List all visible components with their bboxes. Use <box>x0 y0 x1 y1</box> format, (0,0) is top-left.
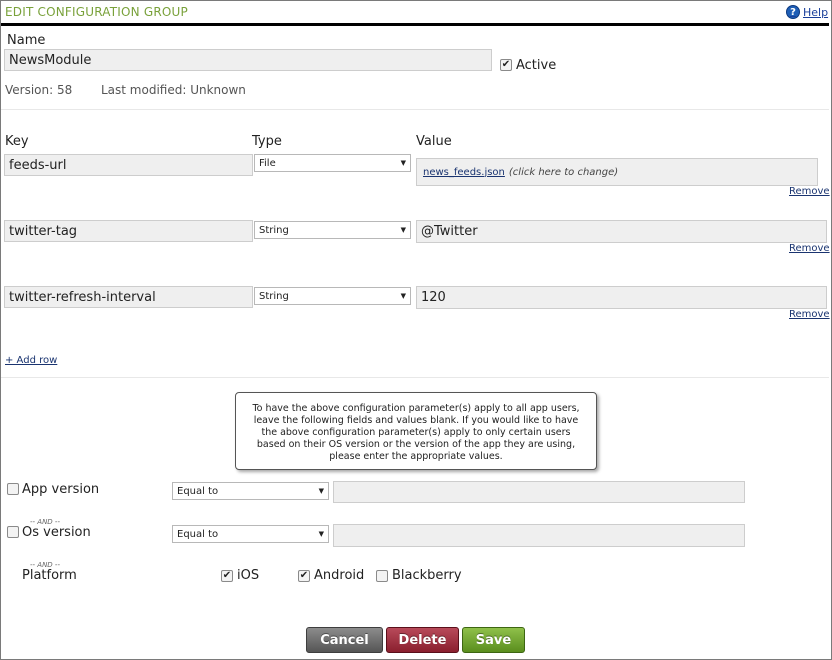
chevron-down-icon: ▼ <box>400 226 406 234</box>
section-divider <box>1 109 829 110</box>
key-field[interactable]: twitter-refresh-interval <box>4 286 253 308</box>
dialog-frame <box>0 0 832 660</box>
os-version-label: Os version <box>22 525 91 540</box>
check-icon: ✔ <box>222 570 232 581</box>
help-icon[interactable]: ? <box>786 5 800 19</box>
app-version-value-field[interactable] <box>333 481 745 503</box>
column-key: Key <box>5 134 29 149</box>
value-field[interactable]: @Twitter <box>416 220 827 243</box>
platform-android-checkbox[interactable]: ✔ <box>298 570 310 582</box>
help-link[interactable]: ? Help <box>786 5 828 19</box>
platform-ios-checkbox[interactable]: ✔ <box>221 570 233 582</box>
add-row-link[interactable]: + Add row <box>5 355 57 366</box>
os-version-value-field[interactable] <box>333 524 745 547</box>
check-icon: ✔ <box>299 570 309 581</box>
file-value-field[interactable]: news_feeds.json (click here to change) <box>416 158 818 186</box>
type-select-value: String <box>259 290 289 302</box>
filter-info-note: To have the above configuration paramete… <box>235 392 597 470</box>
remove-link[interactable]: Remove <box>789 309 830 320</box>
platform-blackberry-label: Blackberry <box>392 568 462 583</box>
active-label: Active <box>516 58 557 73</box>
remove-link[interactable]: Remove <box>789 186 830 197</box>
os-version-checkbox[interactable] <box>7 526 19 538</box>
chevron-down-icon: ▼ <box>318 530 324 538</box>
type-select[interactable]: String ▼ <box>254 287 411 305</box>
file-name-link[interactable]: news_feeds.json <box>423 167 505 178</box>
section-divider <box>1 377 829 378</box>
operator-select-value: Equal to <box>177 528 219 540</box>
platform-ios-label: iOS <box>237 568 260 583</box>
chevron-down-icon: ▼ <box>400 292 406 300</box>
last-modified-text: Last modified: Unknown <box>101 83 246 97</box>
name-label: Name <box>7 33 46 48</box>
app-version-label: App version <box>22 482 100 497</box>
active-checkbox[interactable]: ✔ <box>500 59 512 71</box>
os-version-operator-select[interactable]: Equal to ▼ <box>172 525 329 543</box>
type-select-value: String <box>259 224 289 236</box>
help-label[interactable]: Help <box>803 6 828 19</box>
chevron-down-icon: ▼ <box>318 487 324 495</box>
type-select-value: File <box>259 157 276 169</box>
file-change-hint: (click here to change) <box>508 166 619 178</box>
version-text: Version: 58 <box>5 83 73 97</box>
platform-android-label: Android <box>314 568 365 583</box>
delete-button[interactable]: Delete <box>386 627 459 653</box>
save-button[interactable]: Save <box>462 627 525 653</box>
value-field[interactable]: 120 <box>416 286 827 309</box>
key-field[interactable]: feeds-url <box>4 154 253 176</box>
app-version-checkbox[interactable] <box>7 483 19 495</box>
column-type: Type <box>252 134 282 149</box>
cancel-button[interactable]: Cancel <box>306 627 383 653</box>
column-value: Value <box>416 134 452 149</box>
chevron-down-icon: ▼ <box>400 159 406 167</box>
app-version-operator-select[interactable]: Equal to ▼ <box>172 482 329 500</box>
platform-blackberry-checkbox[interactable] <box>376 570 388 582</box>
type-select[interactable]: File ▼ <box>254 154 411 172</box>
key-field[interactable]: twitter-tag <box>4 220 253 242</box>
type-select[interactable]: String ▼ <box>254 221 411 239</box>
operator-select-value: Equal to <box>177 485 219 497</box>
name-field[interactable]: NewsModule <box>4 49 492 71</box>
remove-link[interactable]: Remove <box>789 243 830 254</box>
dialog-title: EDIT CONFIGURATION GROUP <box>5 5 188 19</box>
platform-label: Platform <box>22 568 77 583</box>
check-icon: ✔ <box>501 59 511 70</box>
header-divider <box>1 23 829 26</box>
